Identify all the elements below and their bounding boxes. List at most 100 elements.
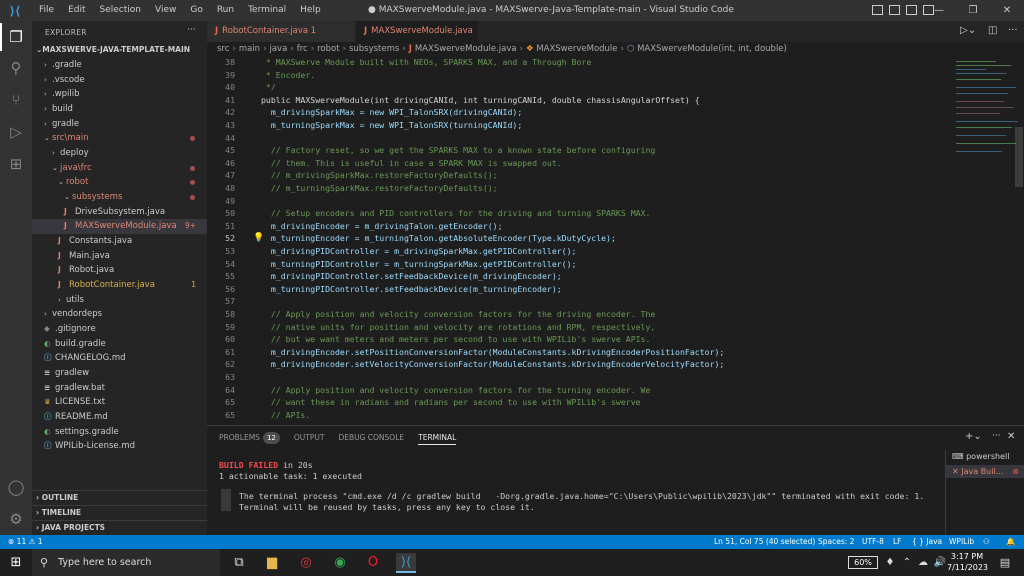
project-root[interactable]: ⌄MAXSWERVE-JAVA-TEMPLATE-MAIN — [32, 43, 207, 57]
tree-folder[interactable]: › deploy — [32, 146, 207, 161]
tree-file[interactable]: J Main.java — [32, 249, 207, 264]
outline-section[interactable]: › OUTLINE — [32, 490, 207, 504]
tab-robotcontainer[interactable]: J RobotContainer.java 1 — [207, 21, 355, 42]
tree-file[interactable]: J DriveSubsystem.java — [32, 205, 207, 220]
problems-status[interactable]: ⊗ 11 ⚠ 1 — [8, 535, 42, 549]
tree-file[interactable]: ◐ settings.gradle — [32, 425, 207, 440]
notification-center-icon[interactable]: ▤ — [995, 553, 1015, 573]
opera-gx-icon[interactable]: ◎ — [296, 553, 316, 573]
toggle-secondary-sidebar-icon[interactable] — [906, 5, 917, 15]
indentation[interactable]: Spaces: 2 — [818, 535, 854, 549]
code-line: 46 // them. This is useful in case a SPA… — [225, 157, 562, 168]
tree-folder[interactable]: › vendordeps — [32, 307, 207, 322]
toggle-sidebar-icon[interactable] — [872, 5, 883, 15]
source-control-icon[interactable]: ⑂ — [6, 90, 26, 110]
menu-terminal[interactable]: Terminal — [241, 0, 293, 21]
minimap[interactable] — [952, 57, 1024, 425]
run-icon[interactable]: ▷⌄ — [960, 25, 976, 36]
chevron-right-icon: › — [44, 105, 47, 113]
tree-file[interactable]: ◐ build.gradle — [32, 337, 207, 352]
tree-file[interactable]: ⓘ WPILib-License.md — [32, 439, 207, 454]
more-actions-icon[interactable]: ··· — [992, 431, 1001, 441]
tree-folder[interactable]: › .gradle — [32, 58, 207, 73]
minimize-icon[interactable]: — — [922, 0, 956, 21]
vscode-taskbar-icon[interactable]: ⟩⟨ — [396, 553, 416, 573]
tree-folder[interactable]: › .vscode — [32, 73, 207, 88]
tree-file[interactable]: ≡ gradlew — [32, 366, 207, 381]
menu-view[interactable]: View — [148, 0, 183, 21]
search-icon: ⚲ — [40, 556, 49, 569]
tree-file[interactable]: ◆ .gitignore — [32, 322, 207, 337]
menu-file[interactable]: File — [32, 0, 61, 21]
tree-folder[interactable]: › gradle — [32, 117, 207, 132]
run-debug-icon[interactable]: ▷ — [6, 122, 26, 142]
split-editor-icon[interactable]: ◫ — [988, 25, 997, 36]
close-panel-icon[interactable]: ✕ — [1007, 431, 1015, 442]
tree-file[interactable]: J Robot.java — [32, 263, 207, 278]
toggle-panel-icon[interactable] — [889, 5, 900, 15]
tree-file[interactable]: J MAXSwerveModule.java 9+ — [32, 219, 207, 234]
new-terminal-icon[interactable]: +⌄ — [965, 431, 982, 442]
menu-selection[interactable]: Selection — [93, 0, 148, 21]
close-icon[interactable]: ✕ — [990, 0, 1024, 21]
tree-folder[interactable]: ⌄ subsystems — [32, 190, 207, 205]
cursor-position[interactable]: Ln 51, Col 75 (40 selected) — [714, 535, 815, 549]
tools-icon: ✕ — [952, 467, 962, 476]
clock[interactable]: 3:17 PM 7/11/2023 — [947, 551, 988, 573]
tree-file[interactable]: ♛ LICENSE.txt — [32, 395, 207, 410]
file-icon: ≡ — [44, 368, 51, 377]
menu-edit[interactable]: Edit — [61, 0, 92, 21]
java-projects-section[interactable]: › JAVA PROJECTS — [32, 520, 207, 534]
tab-problems[interactable]: PROBLEMS 12 — [219, 432, 280, 445]
account-icon[interactable]: ◯ — [6, 477, 26, 497]
more-actions-icon[interactable]: ··· — [187, 25, 196, 35]
menu-go[interactable]: Go — [183, 0, 209, 21]
code-editor[interactable]: 38 * MAXSwerve Module built with NEOs, S… — [207, 57, 952, 425]
task-view-icon[interactable]: ⧉ — [229, 553, 249, 573]
tree-file[interactable]: ⓘ README.md — [32, 410, 207, 425]
tab-debug-console[interactable]: DEBUG CONSOLE — [338, 432, 404, 445]
tab-terminal[interactable]: TERMINAL — [418, 432, 457, 445]
tree-file[interactable]: ≡ gradlew.bat — [32, 381, 207, 396]
tree-file[interactable]: J RobotContainer.java 1 — [32, 278, 207, 293]
opera-icon[interactable]: O — [363, 553, 383, 573]
timeline-section[interactable]: › TIMELINE — [32, 505, 207, 519]
more-actions-icon[interactable]: ··· — [1008, 25, 1018, 36]
java-file-icon: J — [64, 221, 67, 230]
restore-icon[interactable]: ❐ — [956, 0, 990, 21]
tab-output[interactable]: OUTPUT — [294, 432, 325, 445]
windows-start-icon[interactable]: ⊞ — [6, 553, 26, 573]
tree-folder[interactable]: › utils — [32, 293, 207, 308]
language-mode[interactable]: { } Java — [912, 535, 942, 549]
wpilib-status[interactable]: WPILib — [949, 535, 974, 549]
tree-folder[interactable]: ⌄ java\frc — [32, 161, 207, 176]
gear-icon[interactable]: ⚙ — [6, 509, 26, 529]
chrome-icon[interactable]: ◉ — [330, 553, 350, 573]
code-line: 44 — [225, 132, 235, 143]
minimap-slider[interactable] — [1015, 127, 1023, 187]
menu-help[interactable]: Help — [293, 0, 328, 21]
tree-folder[interactable]: ⌄ src\main — [32, 131, 207, 146]
terminal-output-line: The terminal process "cmd.exe /d /c grad… — [239, 491, 925, 501]
terminal-powershell[interactable]: ⌨ powershell — [946, 450, 1024, 463]
tree-folder[interactable]: › .wpilib — [32, 87, 207, 102]
tab-maxswervemodule[interactable]: JMAXSwerveModule.java 9+● — [356, 21, 478, 57]
terminal-java-build[interactable]: ✕ Java Buil... ⊗ — [946, 465, 1024, 478]
explorer-icon[interactable]: ❐ — [0, 23, 26, 51]
menu-run[interactable]: Run — [210, 0, 241, 21]
code-line: 50 // Setup encoders and PID controllers… — [225, 208, 651, 219]
encoding[interactable]: UTF-8 — [862, 535, 884, 549]
java-file-icon: J — [64, 207, 67, 216]
taskbar-search[interactable]: ⚲ Type here to search — [32, 549, 220, 576]
battery-indicator[interactable]: 60% — [848, 556, 878, 569]
search-icon[interactable]: ⚲ — [6, 58, 26, 78]
extensions-icon[interactable]: ⊞ — [6, 154, 26, 174]
file-explorer-icon[interactable]: ▆ — [262, 553, 282, 573]
tree-file[interactable]: ⓘ CHANGELOG.md — [32, 351, 207, 366]
tree-folder[interactable]: ⌄ robot — [32, 175, 207, 190]
end-of-line[interactable]: LF — [893, 535, 902, 549]
feedback-icon[interactable]: ⚇ — [983, 535, 990, 549]
tree-file[interactable]: J Constants.java — [32, 234, 207, 249]
tree-folder[interactable]: › build — [32, 102, 207, 117]
notifications-icon[interactable]: 🔔 — [1006, 535, 1015, 549]
